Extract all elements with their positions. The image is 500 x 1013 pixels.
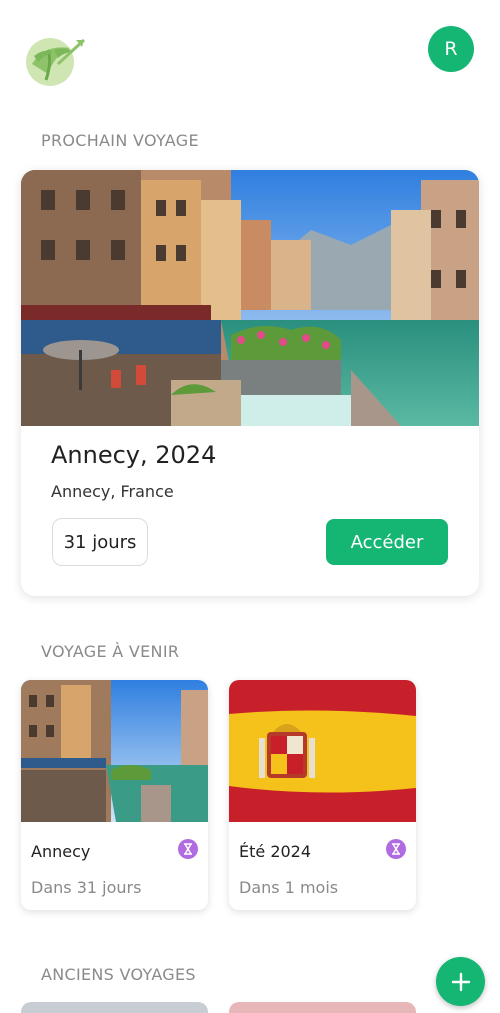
upcoming-trip-name: Annecy [31, 842, 91, 861]
countdown-badge: 31 jours [52, 518, 148, 566]
access-trip-button[interactable]: Accéder [326, 519, 448, 565]
upcoming-trip-countdown: Dans 1 mois [239, 878, 339, 897]
spain-flag-photo [229, 680, 416, 822]
upcoming-trip-name: Été 2024 [239, 842, 312, 861]
plus-icon [451, 972, 470, 991]
add-trip-button[interactable] [436, 957, 485, 1006]
past-trip-card[interactable] [229, 1002, 416, 1013]
upcoming-trip-card[interactable]: Annecy Dans 31 jours [21, 680, 208, 910]
next-trip-photo [21, 170, 479, 426]
upcoming-trip-photo [21, 680, 208, 822]
next-trip-location: Annecy, France [51, 482, 174, 501]
upcoming-trip-card[interactable]: Été 2024 Dans 1 mois [229, 680, 416, 910]
user-avatar[interactable]: R [428, 26, 474, 72]
section-past-title: ANCIENS VOYAGES [41, 965, 196, 984]
section-upcoming-title: VOYAGE À VENIR [41, 642, 180, 661]
section-next-trip-title: PROCHAIN VOYAGE [41, 131, 199, 150]
upcoming-trip-countdown: Dans 31 jours [31, 878, 142, 897]
hourglass-icon [178, 839, 198, 859]
app-logo [24, 34, 86, 88]
past-trip-card[interactable] [21, 1002, 208, 1013]
next-trip-title: Annecy, 2024 [51, 441, 217, 469]
hourglass-icon [386, 839, 406, 859]
avatar-initial: R [444, 38, 458, 60]
next-trip-card[interactable]: Annecy, 2024 Annecy, France 31 jours Acc… [21, 170, 479, 596]
